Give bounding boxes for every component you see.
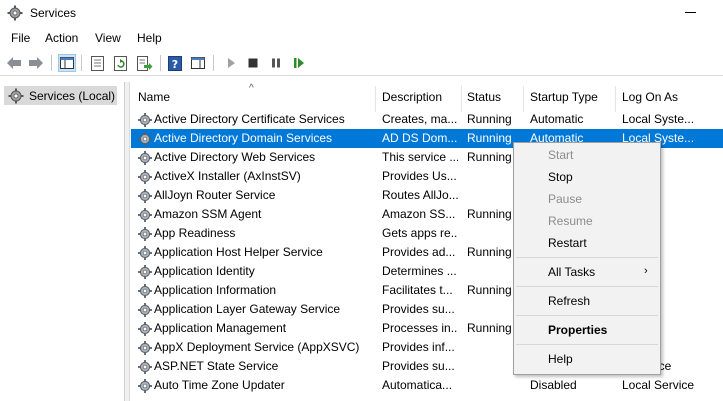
service-description: Facilitates t... [382,283,453,297]
start-service-icon[interactable] [222,54,240,72]
service-description: Determines ... [382,264,457,278]
service-description: Provides inf... [382,340,455,354]
stop-service-icon[interactable] [244,54,262,72]
service-name: App Readiness [154,226,236,240]
service-startup-type: Disabled [530,378,577,392]
console-pane-icon[interactable] [189,54,207,72]
context-menu-all-tasks[interactable]: All Tasks › [514,261,660,283]
help-icon[interactable]: ? [166,54,184,72]
service-name: ActiveX Installer (AxInstSV) [154,169,301,183]
context-menu-restart[interactable]: Restart [514,232,660,254]
show-hide-tree-icon[interactable] [58,54,76,72]
menu-bar: File Action View Help [0,29,723,49]
service-status: Running [467,112,512,126]
tree-node-label: Services (Local) [29,88,116,103]
menu-help[interactable]: Help [137,31,162,45]
service-description: Provides su... [382,359,455,373]
service-description: Amazon SS... [382,207,456,221]
service-gear-icon [137,264,153,280]
service-gear-icon [137,188,153,204]
title-bar: Services [0,0,723,27]
tree-node-services-local[interactable]: Services (Local) [4,86,117,105]
minimize-button[interactable] [685,12,696,13]
service-gear-icon [137,131,153,147]
tree-pane: Services (Local) [0,82,125,401]
service-description: Gets apps re... [382,226,458,240]
export-list-icon[interactable] [136,54,154,72]
pause-service-icon[interactable] [267,54,285,72]
context-menu-pause[interactable]: Pause [514,188,660,210]
service-name: Auto Time Zone Updater [154,378,285,392]
service-description: Provides ad... [382,245,456,259]
table-row[interactable]: Active Directory Certificate Services Cre… [131,110,723,129]
restart-service-icon[interactable] [290,54,308,72]
service-name: Active Directory Domain Services [154,131,333,145]
context-menu-help[interactable]: Help [514,348,660,370]
service-gear-icon [137,112,153,128]
forward-arrow-icon[interactable] [27,54,45,72]
svg-text:?: ? [172,58,178,71]
column-header-log-on-as[interactable]: Log On As [622,90,678,104]
service-name: AppX Deployment Service (AppXSVC) [154,340,360,354]
service-log-on-as: Local Syste... [622,112,695,126]
column-header-name[interactable]: Name [138,90,170,104]
service-startup-type: Automatic [530,112,584,126]
service-description: Creates, ma... [382,112,458,126]
service-gear-icon [137,359,153,375]
service-description: Processes in... [382,321,458,335]
gear-icon [8,88,24,103]
service-gear-icon [137,169,153,185]
context-menu-refresh[interactable]: Refresh [514,290,660,312]
window-title: Services [30,6,77,20]
list-header: ^ Name Description Status Startup Type L… [131,82,723,112]
submenu-arrow-icon: › [644,265,648,277]
column-header-startup-type[interactable]: Startup Type [530,90,598,104]
context-menu-start[interactable]: Start [514,144,660,166]
service-gear-icon [137,302,153,318]
service-gear-icon [137,245,153,261]
toolbar: ? [0,51,723,76]
column-header-status[interactable]: Status [467,90,501,104]
context-menu-properties[interactable]: Properties [514,319,660,341]
context-menu: Start Stop Pause Resume Restart All Task… [513,142,661,375]
table-row[interactable]: Auto Time Zone Updater Automatica... Disab… [131,376,723,395]
service-name: Active Directory Web Services [154,150,316,164]
service-name: ASP.NET State Service [154,359,279,373]
service-description: Provides Us... [382,169,457,183]
menu-action[interactable]: Action [45,31,78,45]
sort-ascending-icon: ^ [249,83,254,94]
menu-file[interactable]: File [11,31,30,45]
back-arrow-icon[interactable] [5,54,23,72]
properties-icon[interactable] [88,54,106,72]
service-name: Active Directory Certificate Services [154,112,345,126]
gear-icon [7,5,23,21]
service-description: This service ... [382,150,458,164]
menu-view[interactable]: View [95,31,121,45]
service-name: Application Layer Gateway Service [154,302,341,316]
service-gear-icon [137,150,153,166]
service-description: Automatica... [382,378,453,392]
service-gear-icon [137,226,153,242]
service-name: AllJoyn Router Service [154,188,276,202]
service-description: Provides su... [382,302,455,316]
column-header-description[interactable]: Description [382,90,442,104]
service-gear-icon [137,340,153,356]
service-name: Application Management [154,321,287,335]
context-menu-stop[interactable]: Stop [514,166,660,188]
service-gear-icon [137,283,153,299]
context-menu-resume[interactable]: Resume [514,210,660,232]
service-gear-icon [137,378,153,394]
service-name: Application Information [154,283,277,297]
refresh-icon[interactable] [112,54,130,72]
service-description: AD DS Dom... [382,131,458,145]
service-name: Amazon SSM Agent [154,207,262,221]
service-name: Application Identity [154,264,255,278]
service-log-on-as: Local Service [622,378,695,392]
service-name: Application Host Helper Service [154,245,323,259]
service-description: Routes AllJo... [382,188,458,202]
pane-splitter[interactable] [125,82,130,401]
service-gear-icon [137,321,153,337]
service-gear-icon [137,207,153,223]
